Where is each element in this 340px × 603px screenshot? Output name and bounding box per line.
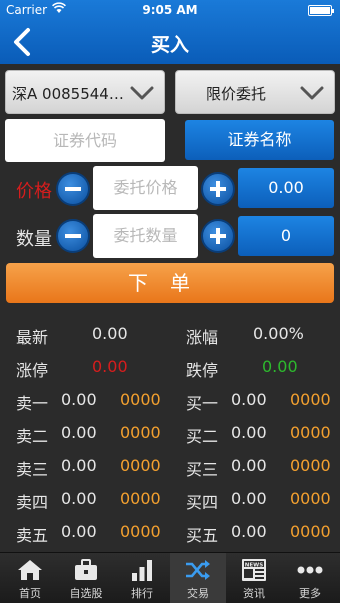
buy-level-label: 买二	[186, 427, 219, 446]
sell-level-label: 卖一	[16, 394, 49, 413]
buy-level-volume: 0000	[290, 423, 331, 442]
tab-label: 首页	[19, 587, 41, 600]
change-label: 涨幅	[186, 328, 219, 347]
chevron-down-icon	[130, 86, 154, 100]
buy-level-volume: 0000	[290, 522, 331, 541]
tab-watchlist[interactable]: 自选股	[58, 553, 114, 603]
sell-level-price: 0.00	[61, 423, 97, 442]
shuffle-icon	[186, 560, 210, 580]
sell-level-price: 0.00	[61, 489, 97, 508]
quantity-increase-button[interactable]	[201, 219, 235, 253]
tab-label: 自选股	[69, 587, 103, 600]
change-value: 0.00%	[253, 324, 304, 343]
account-select-value: 深A 00855443…	[12, 85, 130, 103]
tab-label: 更多	[299, 587, 321, 600]
latest-value: 0.00	[92, 324, 128, 343]
page-title: 买入	[150, 34, 189, 56]
buy-level-label: 买一	[186, 394, 219, 413]
tab-trade[interactable]: 交易	[170, 553, 226, 603]
status-bar: Carrier 9:05 AM	[0, 0, 340, 20]
limit-down-value: 0.00	[262, 357, 298, 376]
sell-level-label: 卖三	[16, 460, 49, 479]
price-increase-button[interactable]	[201, 172, 235, 206]
sell-level-label: 卖五	[16, 526, 49, 545]
tab-label: 排行	[131, 587, 153, 600]
clock: 9:05 AM	[142, 3, 198, 17]
sell-level-volume: 0000	[120, 489, 161, 508]
limit-up-value: 0.00	[92, 357, 128, 376]
buy-level-price: 0.00	[231, 489, 267, 508]
buy-level-price: 0.00	[231, 522, 267, 541]
price-input[interactable]: 委托价格	[93, 166, 198, 210]
place-order-button[interactable]: 下单	[6, 263, 334, 303]
latest-label: 最新	[16, 328, 49, 347]
sell-level-label: 卖四	[16, 493, 49, 512]
quantity-decrease-button[interactable]	[56, 219, 90, 253]
tab-more[interactable]: 更多	[282, 553, 338, 603]
sell-level-price: 0.00	[61, 390, 97, 409]
price-value: 0.00	[238, 168, 334, 208]
chevron-down-icon	[300, 86, 324, 100]
quantity-input[interactable]: 委托数量	[93, 214, 198, 258]
sell-level-volume: 0000	[120, 522, 161, 541]
more-icon	[297, 566, 323, 574]
buy-level-price: 0.00	[231, 456, 267, 475]
sell-level-volume: 0000	[120, 423, 161, 442]
account-select[interactable]: 深A 00855443…	[5, 70, 165, 114]
buy-level-label: 买四	[186, 493, 219, 512]
sell-level-price: 0.00	[61, 456, 97, 475]
sell-level-label: 卖二	[16, 427, 49, 446]
top-bar: Carrier 9:05 AM 买入	[0, 0, 340, 64]
security-name-field: 证券名称	[185, 120, 334, 160]
tab-bar: 首页 自选股 排行 交易 NEWS 资讯 更多	[0, 552, 340, 603]
buy-level-volume: 0000	[290, 456, 331, 475]
sell-level-volume: 0000	[120, 456, 161, 475]
sell-level-price: 0.00	[61, 522, 97, 541]
quantity-value: 0	[238, 216, 334, 256]
tab-home[interactable]: 首页	[2, 553, 58, 603]
buy-level-label: 买五	[186, 526, 219, 545]
tab-ranking[interactable]: 排行	[114, 553, 170, 603]
order-type-value: 限价委托	[205, 85, 266, 103]
quantity-label: 数量	[16, 229, 52, 250]
buy-level-price: 0.00	[231, 423, 267, 442]
price-decrease-button[interactable]	[56, 172, 90, 206]
limit-up-label: 涨停	[16, 361, 49, 380]
buy-level-label: 买三	[186, 460, 219, 479]
sell-level-volume: 0000	[120, 390, 161, 409]
tab-label: 交易	[187, 587, 209, 600]
buy-level-volume: 0000	[290, 390, 331, 409]
home-icon	[18, 560, 42, 580]
buy-level-volume: 0000	[290, 489, 331, 508]
news-badge-text: NEWS	[245, 562, 263, 568]
briefcase-icon	[75, 559, 97, 580]
price-label: 价格	[16, 181, 52, 202]
tab-news[interactable]: NEWS 资讯	[226, 553, 282, 603]
order-type-select[interactable]: 限价委托	[175, 70, 335, 114]
bar-chart-icon	[132, 560, 152, 581]
security-code-input[interactable]: 证券代码	[5, 119, 165, 162]
battery-icon	[308, 5, 334, 16]
limit-down-label: 跌停	[186, 361, 219, 380]
tab-label: 资讯	[243, 587, 265, 600]
buy-level-price: 0.00	[231, 390, 267, 409]
news-icon: NEWS	[242, 559, 266, 581]
